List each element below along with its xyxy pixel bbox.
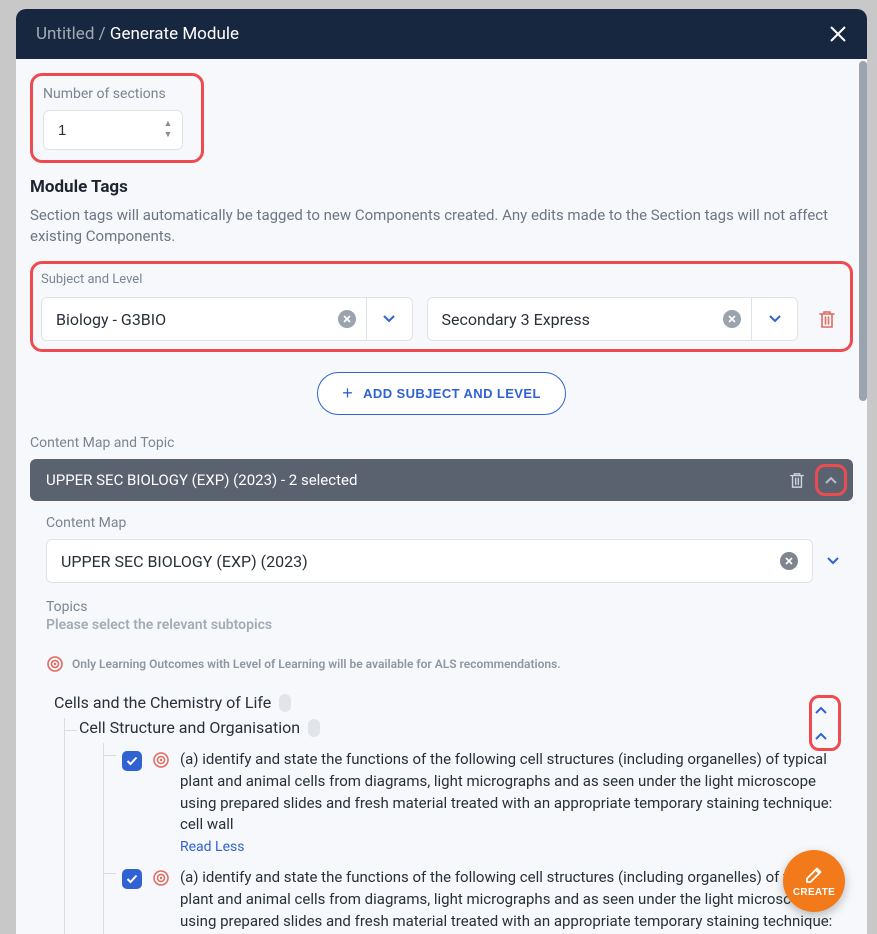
content-map-selected-value: UPPER SEC BIOLOGY (EXP) (2023) — [61, 552, 308, 571]
tree-node-child[interactable]: Cell Structure and Organisation — [79, 718, 845, 737]
add-subject-level-button[interactable]: + ADD SUBJECT AND LEVEL — [317, 372, 566, 415]
content-map-collapse-highlight — [815, 464, 847, 496]
tree-node-label: Cell Structure and Organisation — [79, 718, 300, 737]
tree-collapse-root[interactable] — [814, 700, 836, 720]
level-clear-button[interactable] — [723, 310, 741, 328]
content-map-delete-button[interactable] — [785, 467, 809, 493]
subject-value: Biology - G3BIO — [56, 310, 166, 329]
chevron-down-icon — [826, 556, 840, 566]
breadcrumb-page: Generate Module — [110, 24, 239, 44]
content-map-clear-button[interactable] — [780, 552, 798, 570]
learning-outcome-row: (a) identify and state the functions of … — [118, 743, 845, 861]
als-note: Only Learning Outcomes with Level of Lea… — [46, 655, 853, 673]
topics-label: Topics — [46, 599, 853, 615]
count-pill — [308, 719, 320, 737]
content-map-bar[interactable]: UPPER SEC BIOLOGY (EXP) (2023) - 2 selec… — [30, 459, 853, 501]
chevron-up-icon — [824, 475, 838, 485]
content-map-bar-text: UPPER SEC BIOLOGY (EXP) (2023) - 2 selec… — [46, 471, 357, 489]
chevron-up-icon — [814, 705, 828, 715]
add-subject-level-label: ADD SUBJECT AND LEVEL — [363, 386, 541, 401]
subject-select[interactable]: Biology - G3BIO — [41, 297, 413, 341]
target-icon — [152, 869, 170, 934]
subject-level-label: Subject and Level — [41, 272, 842, 287]
level-value: Secondary 3 Express — [442, 310, 590, 329]
subject-dropdown-toggle[interactable] — [367, 297, 413, 341]
trash-icon — [818, 309, 836, 329]
topics-help: Please select the relevant subtopics — [46, 617, 853, 633]
pencil-icon — [803, 864, 825, 886]
delete-subject-level-button[interactable] — [812, 304, 842, 334]
check-icon — [126, 756, 138, 766]
lo-text: (a) identify and state the functions of … — [180, 749, 845, 836]
num-sections-label: Number of sections — [43, 86, 183, 102]
level-dropdown-toggle[interactable] — [752, 297, 798, 341]
clear-icon — [343, 315, 351, 323]
learning-outcome-row: (a) identify and state the functions of … — [118, 861, 845, 934]
content-map-select[interactable]: UPPER SEC BIOLOGY (EXP) (2023) — [46, 539, 813, 583]
module-tags-help: Section tags will automatically be tagge… — [30, 205, 853, 247]
subject-level-highlight: Subject and Level Biology - G3BIO — [30, 261, 853, 352]
breadcrumb-root: Untitled — [36, 24, 94, 44]
module-tags-heading: Module Tags — [30, 177, 853, 197]
num-sections-step-up[interactable]: ▲ — [161, 118, 175, 128]
content-map-topic-label: Content Map and Topic — [30, 435, 853, 451]
create-label: CREATE — [793, 887, 835, 898]
num-sections-step-down[interactable]: ▼ — [161, 129, 175, 139]
plus-icon: + — [342, 383, 353, 404]
check-icon — [126, 874, 138, 884]
tree-node-label: Cells and the Chemistry of Life — [54, 693, 271, 712]
content-map-sublabel: Content Map — [46, 515, 853, 531]
generate-module-modal: Untitled / Generate Module Number of sec… — [16, 9, 867, 934]
target-icon — [46, 655, 64, 673]
clear-icon — [785, 557, 793, 565]
modal-body: Number of sections ▲ ▼ Module Tags Secti… — [16, 59, 867, 934]
close-icon — [829, 25, 847, 43]
breadcrumb: Untitled / Generate Module — [36, 24, 239, 44]
lo-text: (a) identify and state the functions of … — [180, 867, 845, 934]
clear-icon — [728, 315, 736, 323]
target-icon — [152, 751, 170, 855]
create-button[interactable]: CREATE — [783, 850, 845, 912]
subject-clear-button[interactable] — [338, 310, 356, 328]
chevron-down-icon — [768, 314, 782, 324]
trash-icon — [789, 471, 805, 489]
topic-tree: Cells and the Chemistry of Life — [46, 687, 853, 934]
lo-checkbox[interactable] — [122, 751, 142, 771]
count-pill — [279, 694, 291, 712]
read-less-link[interactable]: Read Less — [180, 839, 244, 855]
level-select[interactable]: Secondary 3 Express — [427, 297, 799, 341]
als-note-text: Only Learning Outcomes with Level of Lea… — [72, 657, 561, 671]
num-sections-highlight: Number of sections ▲ ▼ — [30, 73, 204, 163]
tree-node-root[interactable]: Cells and the Chemistry of Life — [54, 693, 845, 712]
content-map-dropdown-toggle[interactable] — [813, 556, 853, 566]
chevron-down-icon — [382, 314, 396, 324]
lo-checkbox[interactable] — [122, 869, 142, 889]
content-map-collapse-button[interactable] — [824, 475, 838, 485]
modal-header: Untitled / Generate Module — [16, 9, 867, 59]
close-button[interactable] — [829, 25, 847, 43]
